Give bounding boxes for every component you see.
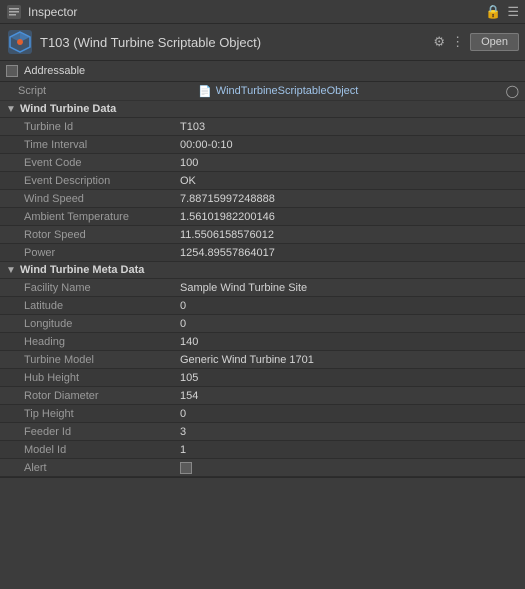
data-row: Turbine Model Generic Wind Turbine 1701 — [0, 351, 525, 369]
data-row: Ambient Temperature 1.56101982200146 — [0, 208, 525, 226]
wind-turbine-data-title: Wind Turbine Data — [20, 103, 116, 115]
alert-row: Alert — [0, 459, 525, 477]
foldout-arrow-meta: ▼ — [6, 265, 16, 276]
data-row: Time Interval 00:00-0:10 — [0, 136, 525, 154]
wind-turbine-data-section[interactable]: ▼ Wind Turbine Data — [0, 101, 525, 118]
component-block: Script 📄 WindTurbineScriptableObject ◯ ▼… — [0, 82, 525, 478]
data-row: Power 1254.89557864017 — [0, 244, 525, 262]
object-header-actions: ⚙ ⋮ Open — [433, 33, 519, 51]
inspector-icon — [6, 4, 22, 20]
script-settings-icon[interactable]: ◯ — [506, 84, 519, 98]
title-bar-actions: 🔒 ☰ — [485, 5, 519, 18]
data-row: Tip Height 0 — [0, 405, 525, 423]
data-row: Turbine Id T103 — [0, 118, 525, 136]
field-value[interactable]: 1 — [180, 444, 519, 456]
data-row: Feeder Id 3 — [0, 423, 525, 441]
script-row: Script 📄 WindTurbineScriptableObject ◯ — [0, 82, 525, 101]
data-row: Wind Speed 7.88715997248888 — [0, 190, 525, 208]
wind-turbine-meta-title: Wind Turbine Meta Data — [20, 264, 144, 276]
data-row: Facility Name Sample Wind Turbine Site — [0, 279, 525, 297]
data-row: Event Code 100 — [0, 154, 525, 172]
field-label: Ambient Temperature — [24, 211, 180, 223]
field-value[interactable]: 0 — [180, 318, 519, 330]
field-label: Model Id — [24, 444, 180, 456]
field-value[interactable]: 11.5506158576012 — [180, 229, 519, 241]
object-type-icon — [6, 28, 34, 56]
script-file-name[interactable]: WindTurbineScriptableObject — [216, 85, 359, 97]
script-label: Script — [18, 85, 198, 97]
field-label: Facility Name — [24, 282, 180, 294]
field-label: Hub Height — [24, 372, 180, 384]
foldout-arrow-data: ▼ — [6, 104, 16, 115]
field-value[interactable]: 154 — [180, 390, 519, 402]
script-value-container: 📄 WindTurbineScriptableObject — [198, 85, 506, 98]
object-title: T103 (Wind Turbine Scriptable Object) — [40, 35, 427, 50]
addressable-checkbox[interactable] — [6, 65, 18, 77]
data-row: Event Description OK — [0, 172, 525, 190]
field-label: Event Code — [24, 157, 180, 169]
field-value[interactable]: 7.88715997248888 — [180, 193, 519, 205]
data-row: Hub Height 105 — [0, 369, 525, 387]
inspector-title: Inspector — [28, 5, 479, 19]
field-label: Heading — [24, 336, 180, 348]
script-file-icon: 📄 — [198, 85, 212, 98]
field-label: Latitude — [24, 300, 180, 312]
field-value[interactable]: 105 — [180, 372, 519, 384]
field-value[interactable]: 00:00-0:10 — [180, 139, 519, 151]
data-row: Latitude 0 — [0, 297, 525, 315]
field-value[interactable]: Generic Wind Turbine 1701 — [180, 354, 519, 366]
field-value[interactable]: 3 — [180, 426, 519, 438]
field-label: Feeder Id — [24, 426, 180, 438]
field-value[interactable]: 100 — [180, 157, 519, 169]
object-header: T103 (Wind Turbine Scriptable Object) ⚙ … — [0, 24, 525, 61]
addressable-label: Addressable — [24, 65, 85, 77]
wind-turbine-data-fields: Turbine Id T103 Time Interval 00:00-0:10… — [0, 118, 525, 262]
alert-value — [180, 462, 519, 474]
field-value[interactable]: Sample Wind Turbine Site — [180, 282, 519, 294]
field-value[interactable]: 1254.89557864017 — [180, 247, 519, 259]
field-value[interactable]: 0 — [180, 408, 519, 420]
more-icon[interactable]: ☰ — [507, 5, 519, 18]
field-label: Event Description — [24, 175, 180, 187]
data-row: Model Id 1 — [0, 441, 525, 459]
field-value[interactable]: 0 — [180, 300, 519, 312]
field-value[interactable]: T103 — [180, 121, 519, 133]
field-label: Rotor Diameter — [24, 390, 180, 402]
field-value[interactable]: 1.56101982200146 — [180, 211, 519, 223]
addressable-row: Addressable — [0, 61, 525, 82]
field-label: Turbine Model — [24, 354, 180, 366]
field-label: Time Interval — [24, 139, 180, 151]
lock-icon[interactable]: 🔒 — [485, 5, 501, 18]
wind-turbine-meta-section[interactable]: ▼ Wind Turbine Meta Data — [0, 262, 525, 279]
data-row: Longitude 0 — [0, 315, 525, 333]
open-button[interactable]: Open — [470, 33, 519, 51]
data-row: Rotor Diameter 154 — [0, 387, 525, 405]
dots-icon[interactable]: ⋮ — [451, 34, 464, 50]
alert-checkbox[interactable] — [180, 462, 192, 474]
settings-icon[interactable]: ⚙ — [433, 34, 445, 50]
data-row: Rotor Speed 11.5506158576012 — [0, 226, 525, 244]
field-label: Longitude — [24, 318, 180, 330]
field-label: Rotor Speed — [24, 229, 180, 241]
title-bar: Inspector 🔒 ☰ — [0, 0, 525, 24]
wind-turbine-meta-fields: Facility Name Sample Wind Turbine Site L… — [0, 279, 525, 477]
field-label: Wind Speed — [24, 193, 180, 205]
field-label: Tip Height — [24, 408, 180, 420]
field-value[interactable]: 140 — [180, 336, 519, 348]
data-row: Heading 140 — [0, 333, 525, 351]
field-label: Alert — [24, 462, 180, 474]
field-label: Power — [24, 247, 180, 259]
field-value[interactable]: OK — [180, 175, 519, 187]
field-label: Turbine Id — [24, 121, 180, 133]
